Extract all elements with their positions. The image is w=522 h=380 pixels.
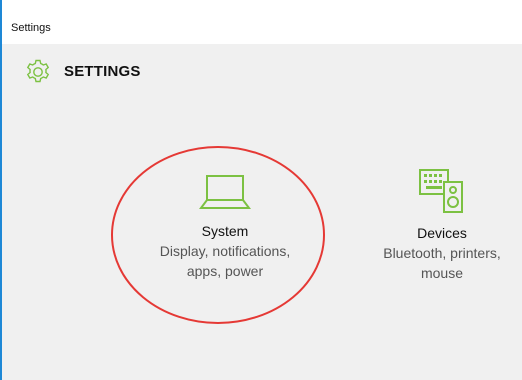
laptop-icon xyxy=(199,175,251,209)
system-tile-name: System xyxy=(201,223,249,239)
system-tile[interactable]: System Display, notifications, apps, pow… xyxy=(130,170,320,310)
devices-icon xyxy=(419,169,463,213)
devices-tile[interactable]: Devices Bluetooth, printers, mouse xyxy=(357,160,522,310)
settings-window: Settings SETTINGS System Display, notifi… xyxy=(0,0,522,380)
settings-header: SETTINGS xyxy=(2,44,522,100)
system-tile-description-line2: apps, power xyxy=(186,263,264,279)
title-bar[interactable]: Settings xyxy=(2,0,522,44)
devices-tile-description-line1: Bluetooth, printers, xyxy=(383,245,501,261)
system-tile-description-line1: Display, notifications, xyxy=(159,243,291,259)
devices-tile-name: Devices xyxy=(417,225,467,241)
devices-tile-description-line2: mouse xyxy=(420,265,464,281)
window-title: Settings xyxy=(11,22,51,34)
page-title: SETTINGS xyxy=(64,63,141,80)
gear-icon xyxy=(26,59,50,83)
